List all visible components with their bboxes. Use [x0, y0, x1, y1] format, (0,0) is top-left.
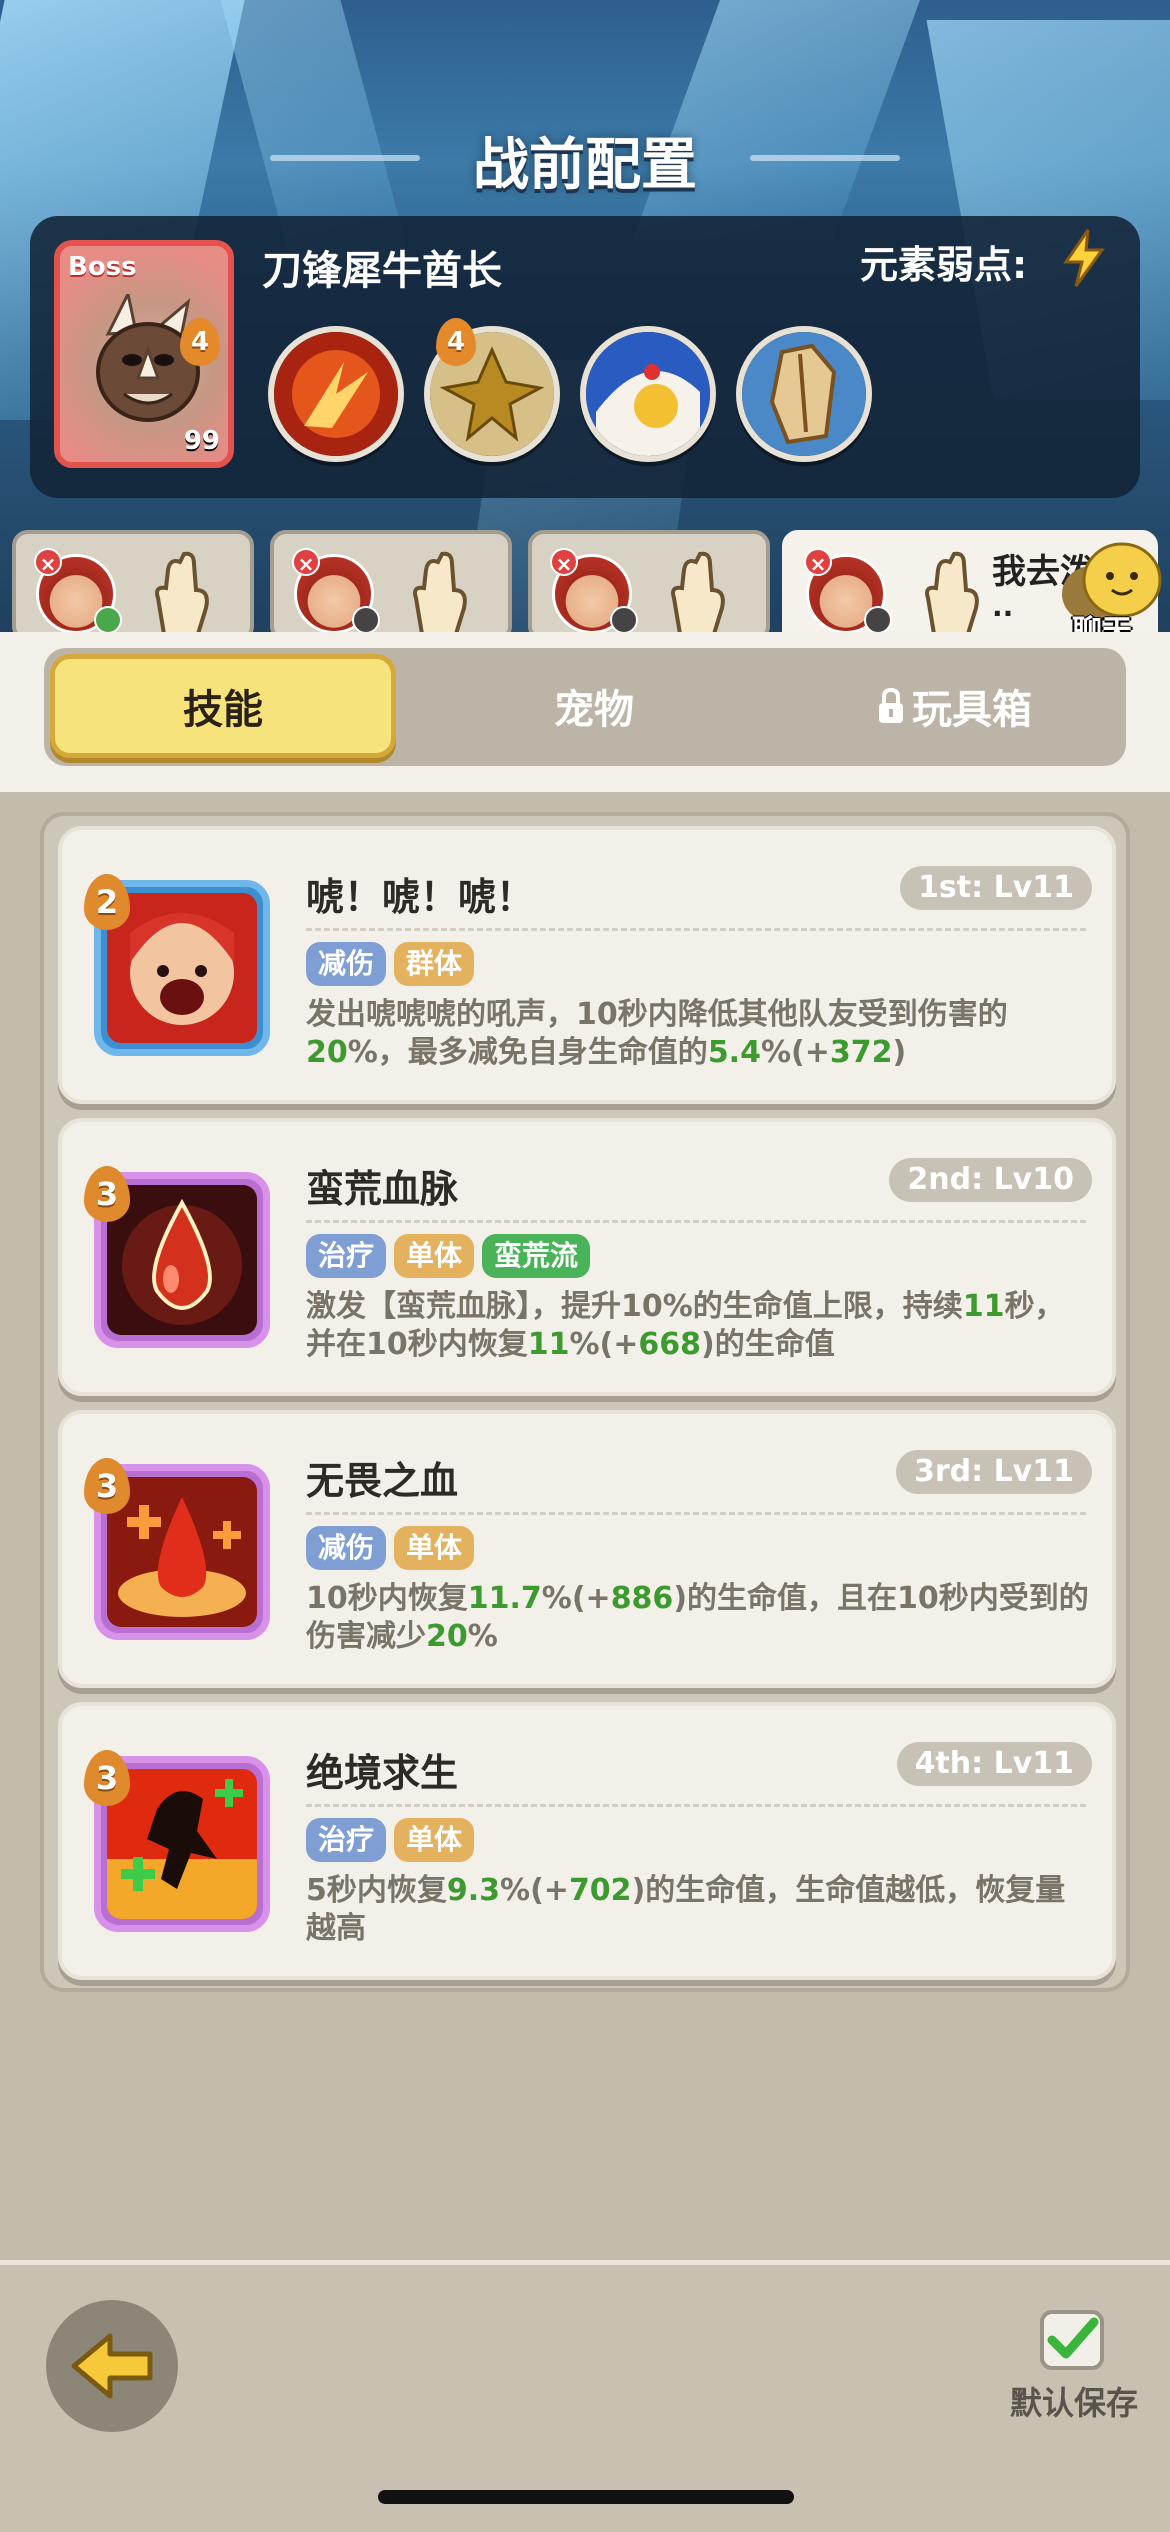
party-slot-2[interactable]: ×: [270, 530, 512, 642]
remove-icon[interactable]: ×: [292, 548, 320, 576]
page-title: 战前配置: [473, 133, 697, 198]
skill-name: 无畏之血: [306, 1459, 459, 1503]
party-slot-1[interactable]: ×: [12, 530, 254, 642]
skill-name: 唬！唬！唬！: [306, 875, 535, 919]
skill-rank: 1st: Lv11: [900, 866, 1092, 910]
skill-tag: 单体: [394, 1234, 475, 1278]
skill-description: 发出唬唬唬的吼声，10秒内降低其他队友受到伤害的20%，最多减免自身生命值的5.…: [306, 997, 1008, 1070]
party-slot-3[interactable]: ×: [528, 530, 770, 642]
skill-card-1[interactable]: 2 唬！唬！唬！ 1st: Lv11 减伤 群体 发出唬唬唬的吼声，10秒内降低…: [58, 826, 1116, 1104]
skill-tag: 治疗: [306, 1818, 387, 1862]
tab-pets[interactable]: 宠物: [444, 654, 744, 758]
home-indicator[interactable]: [378, 2490, 794, 2504]
lightning-icon: [1063, 229, 1105, 287]
boss-name: 刀锋犀牛酋长: [262, 248, 502, 294]
skill-card-3[interactable]: 3 无畏之血 3rd: Lv11 减伤 单体 10秒内恢复11.7%(+886)…: [58, 1410, 1116, 1688]
hand-icon: [155, 551, 209, 636]
boss-level: 99: [183, 426, 220, 456]
skill-tags: 减伤 单体: [306, 1526, 475, 1570]
skill-tag: 群体: [394, 942, 475, 986]
skill-rank: 2nd: Lv10: [889, 1158, 1092, 1202]
skill-tag: 单体: [394, 1526, 475, 1570]
skill-description: 激发【蛮荒血脉】，提升10%的生命值上限，持续11秒，并在10秒内恢复11%(+…: [306, 1289, 1065, 1362]
skill-tags: 减伤 群体: [306, 942, 475, 986]
default-save-checkbox[interactable]: [1040, 2310, 1104, 2370]
skill-list: 2 唬！唬！唬！ 1st: Lv11 减伤 群体 发出唬唬唬的吼声，10秒内降低…: [40, 812, 1130, 1992]
boss-tag: Boss: [68, 252, 137, 282]
back-arrow-icon: [71, 2333, 153, 2399]
default-save-label: 默认保存: [1010, 2384, 1139, 2422]
skill-rank: 4th: Lv11: [896, 1742, 1092, 1786]
hand-icon: [925, 551, 979, 636]
weakness-label: 元素弱点:: [860, 243, 1028, 287]
controller-icon: [352, 606, 380, 634]
skill-level-badge: 4: [436, 318, 476, 366]
tab-toybox[interactable]: 玩具箱: [804, 654, 1104, 758]
remove-icon[interactable]: ×: [804, 548, 832, 576]
back-button[interactable]: [46, 2300, 178, 2432]
controller-icon: [864, 606, 892, 634]
hand-icon: [671, 551, 725, 636]
controller-icon: [610, 606, 638, 634]
skill-tag: 减伤: [306, 1526, 387, 1570]
boss-panel: Boss 99 刀锋犀牛酋长 元素弱点: 4 4: [30, 216, 1140, 498]
remove-icon[interactable]: ×: [550, 548, 578, 576]
skill-card-2[interactable]: 3 蛮荒血脉 2nd: Lv10 治疗 单体 蛮荒流 激发【蛮荒血脉】，提升10…: [58, 1118, 1116, 1396]
tab-skills[interactable]: 技能: [50, 654, 396, 758]
skill-description: 10秒内恢复11.7%(+886)的生命值，且在10秒内受到的伤害减少20%: [306, 1581, 1089, 1654]
checkmark-icon: [1047, 2317, 1099, 2359]
skill-tags: 治疗 单体: [306, 1818, 475, 1862]
lock-icon: [879, 687, 903, 723]
fire-claw-icon[interactable]: [268, 326, 404, 462]
tab-bar: 技能 宠物 玩具箱: [44, 648, 1126, 766]
skill-card-4[interactable]: 3 绝境求生 4th: Lv11 治疗 单体 5秒内恢复9.3%(+702)的生…: [58, 1702, 1116, 1980]
stone-armor-icon[interactable]: [736, 326, 872, 462]
skill-tag: 治疗: [306, 1234, 387, 1278]
skill-description: 5秒内恢复9.3%(+702)的生命值，生命值越低，恢复量越高: [306, 1873, 1066, 1946]
skill-tag: 单体: [394, 1818, 475, 1862]
skill-name: 蛮荒血脉: [306, 1167, 459, 1211]
skill-tags: 治疗 单体 蛮荒流: [306, 1234, 591, 1278]
controller-icon: [94, 606, 122, 634]
tab-toybox-label: 玩具箱: [912, 687, 1032, 733]
skill-rank: 3rd: Lv11: [895, 1450, 1092, 1494]
party-slot-text-2: ..: [992, 590, 1014, 623]
hand-icon: [413, 551, 467, 636]
remove-icon[interactable]: ×: [34, 548, 62, 576]
skill-name: 绝境求生: [306, 1751, 459, 1795]
skill-tag: 减伤: [306, 942, 387, 986]
shield-hero-icon[interactable]: [580, 326, 716, 462]
skill-tag: 蛮荒流: [482, 1234, 591, 1278]
